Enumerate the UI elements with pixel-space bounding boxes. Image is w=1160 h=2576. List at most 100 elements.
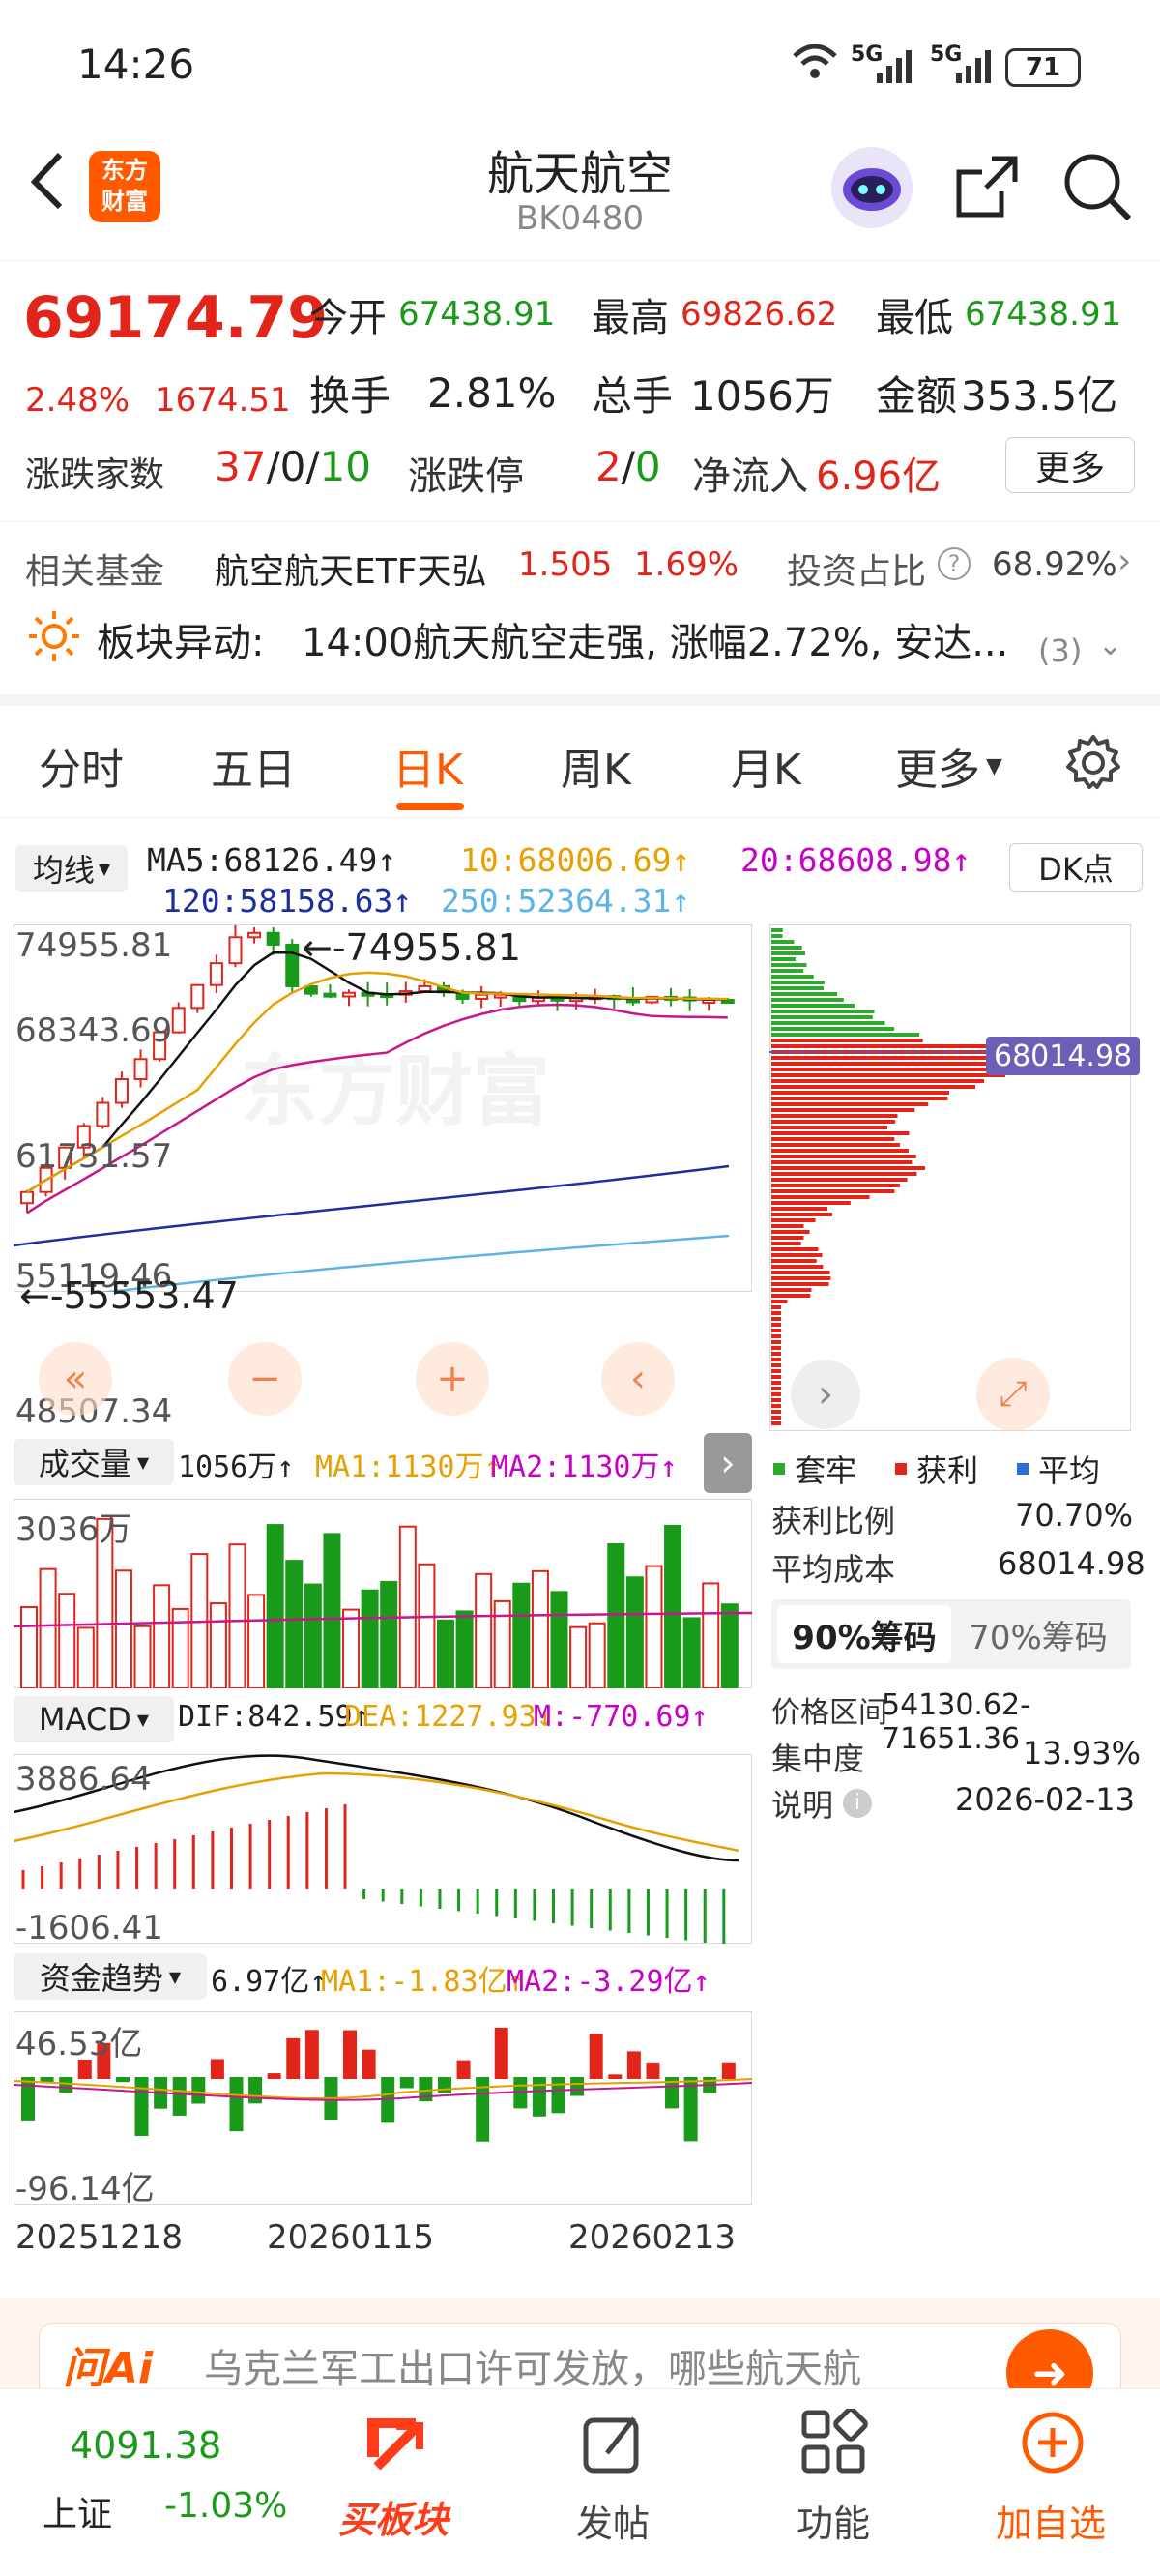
scroll-left-icon[interactable]: ‹ [601,1342,675,1416]
fund-flow-bar [343,2030,358,2079]
chip-bar [771,1114,898,1118]
kline-plot[interactable]: 东方财富 [14,924,752,1292]
caret-down-icon: ▼ [98,859,111,878]
bottom-nav: 4091.38 上证 -1.03% 买板块 发帖 功能 加自选 [0,2388,1160,2576]
chip-bar [771,1044,1010,1048]
tab-monthly-k[interactable]: 月K [731,735,801,797]
function-grid-icon[interactable] [800,2407,868,2480]
robot-assistant-icon[interactable] [831,147,913,228]
buy-sector-button[interactable]: 买板块 [338,2490,449,2543]
tab-five-day[interactable]: 五日 [211,735,296,797]
chip-range-tabs: 90%筹码 70%筹码 [771,1599,1131,1669]
ma5-label: MA5:68126.49↑ [147,841,397,879]
ma-select-button[interactable]: 均线 ▼ [15,845,128,892]
volume-bar [682,1617,701,1688]
fund-name[interactable]: 航空航天ETF天弘 [215,543,486,594]
y-axis-3: 61731.57 [15,1137,173,1176]
signal-1-icon [875,46,917,89]
fund-percent: 1.69% [634,545,740,584]
back-icon[interactable] [23,151,72,210]
dk-label: DK点 [1038,851,1114,888]
volume-bar [58,1593,76,1688]
tab-more[interactable]: 更多 ▼ [895,735,1002,797]
last-price: 69174.79 [23,284,329,352]
help-icon[interactable]: ? [938,547,971,580]
fund-flow-bar [437,2077,451,2093]
open-label: 今开 [309,296,387,340]
expand-panel-icon[interactable]: › [704,1433,752,1493]
zoom-in-icon[interactable]: + [416,1342,489,1416]
info-icon[interactable]: i [843,1789,873,1818]
dk-point-button[interactable]: DK点 [1009,843,1143,892]
fund-flow-bar [267,2073,281,2079]
volume-bar [247,1594,266,1688]
fund-flow-bar [608,2074,623,2079]
chip-bar [771,998,844,1002]
inflow-stat: 净流入 6.96亿 [692,445,941,501]
macd-select-label: MACD [38,1701,131,1738]
fund-flow-bar [172,2077,187,2116]
fund-flow-bar [229,2077,244,2132]
tab-90-chips[interactable]: 90%筹码 [777,1605,951,1663]
avg-cost-label: 平均成本 [771,1551,896,1588]
chip-bar [771,1131,910,1135]
tab-70-chips[interactable]: 70%筹码 [951,1605,1125,1663]
ma20-label: 20:68608.98↑ [740,841,972,879]
scroll-left-fast-icon[interactable]: « [39,1342,112,1416]
profit-label: 获利比例 [771,1503,896,1539]
post-icon[interactable] [580,2411,648,2482]
index-name[interactable]: 上证 [43,2486,112,2536]
expand-icon[interactable]: ⤢ [976,1358,1050,1431]
index-value[interactable]: 4091.38 [70,2424,221,2467]
share-icon[interactable] [953,153,1021,224]
fund-flow-bar [134,2077,149,2137]
macd-select-button[interactable]: MACD ▼ [14,1696,174,1742]
candle-body [96,1101,110,1127]
index-percent[interactable]: -1.03% [164,2486,287,2526]
chevron-down-icon[interactable]: ⌄ [1098,629,1122,662]
post-button[interactable]: 发帖 [576,2494,650,2547]
tab-intraday[interactable]: 分时 [39,735,124,797]
fund-flow-select-button[interactable]: 资金趋势 ▼ [14,1953,207,2000]
alert-text[interactable]: 14:00航天航空走强, 涨幅2.72%, 安达... [302,611,1017,667]
logo-line-1: 东方 [102,157,148,184]
chip-distribution-plot [769,924,1131,1431]
volume-bar [645,1565,663,1688]
tab-weekly-k[interactable]: 周K [561,735,631,797]
fund-flow-bar [286,2037,301,2079]
concentration-value: 13.93% [1023,1735,1142,1771]
zoom-out-icon[interactable]: − [228,1342,302,1416]
function-button[interactable]: 功能 [797,2494,870,2547]
fund-flow-bar [115,2077,130,2083]
caret-down-icon: ▼ [136,1710,150,1729]
chip-bar [771,946,802,950]
add-favorite-button[interactable]: 加自选 [996,2494,1106,2547]
page-title: 航天航空 [486,147,673,201]
volume-bar [475,1572,493,1688]
date-mid: 20260115 [267,2218,435,2257]
chip-bar [771,1375,781,1379]
tab-daily-k[interactable]: 日K [392,735,463,797]
buy-sector-icon[interactable] [358,2409,435,2480]
watermark-text: 东方财富 [241,1046,550,1136]
chip-bar [771,1369,781,1373]
settings-icon[interactable] [1063,733,1123,797]
chevron-right-icon[interactable]: › [1117,542,1131,581]
chip-bar [771,1184,900,1187]
more-button[interactable]: 更多 [1005,437,1135,493]
high-label: 最高 [592,296,669,340]
candle-body [247,931,262,939]
legend-trapped-label: 套牢 [795,1452,857,1489]
volume-select-button[interactable]: 成交量 ▼ [14,1439,174,1485]
chip-bar [771,992,838,996]
search-icon[interactable] [1061,151,1133,226]
chip-bar [771,934,783,938]
add-favorite-icon[interactable] [1019,2409,1087,2480]
volume-bar [418,1563,436,1688]
chip-next-icon[interactable]: › [791,1360,860,1429]
fund-flow-bar [532,2077,546,2117]
note-label: 说明 [771,1787,834,1824]
volume-value: 1056万 [690,372,834,420]
volume-bar [20,1605,38,1688]
ai-banner[interactable]: 问Ai 乌克兰军工出口许可发放，哪些航天航 ➜ [0,2298,1160,2400]
